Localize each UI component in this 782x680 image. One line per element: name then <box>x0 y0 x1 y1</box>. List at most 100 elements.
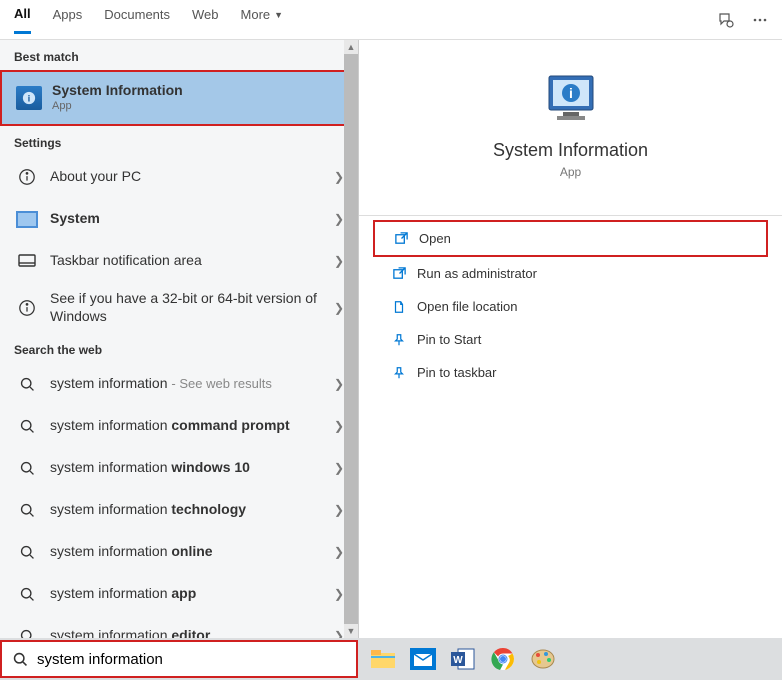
result-suffix: app <box>171 585 196 601</box>
search-icon <box>14 623 40 638</box>
monitor-icon <box>14 206 40 232</box>
results-panel: Best match i System Information App Sett… <box>0 40 358 638</box>
settings-about-pc[interactable]: About your PC ❯ <box>0 156 358 198</box>
search-tabs-bar: All Apps Documents Web More ▼ <box>0 0 782 40</box>
web-result-6[interactable]: system information editor ❯ <box>0 615 358 638</box>
result-suffix: command prompt <box>171 417 289 433</box>
section-search-web: Search the web <box>0 333 358 363</box>
result-label: system information <box>50 627 171 638</box>
result-suffix: online <box>171 543 212 559</box>
open-icon <box>389 231 413 246</box>
taskbar-file-explorer[interactable] <box>366 642 400 676</box>
settings-taskbar-notification[interactable]: Taskbar notification area ❯ <box>0 240 358 282</box>
best-match-subtitle: App <box>52 100 342 114</box>
taskbar-mail[interactable] <box>406 642 440 676</box>
action-label: Open file location <box>417 299 517 314</box>
result-label: system information <box>50 417 171 433</box>
info-icon <box>14 295 40 321</box>
shield-icon <box>387 266 411 281</box>
chevron-right-icon: ❯ <box>334 212 344 226</box>
tab-documents[interactable]: Documents <box>104 7 170 32</box>
feedback-icon[interactable] <box>718 12 734 28</box>
web-result-1[interactable]: system information command prompt ❯ <box>0 405 358 447</box>
action-label: Pin to taskbar <box>417 365 497 380</box>
divider <box>359 215 782 216</box>
folder-icon <box>387 300 411 314</box>
web-result-3[interactable]: system information technology ❯ <box>0 489 358 531</box>
search-icon <box>14 413 40 439</box>
taskbar-icon <box>14 248 40 274</box>
action-run-admin[interactable]: Run as administrator <box>373 257 768 290</box>
tab-web[interactable]: Web <box>192 7 219 32</box>
action-label: Pin to Start <box>417 332 481 347</box>
chevron-right-icon: ❯ <box>334 503 344 517</box>
result-label: system information <box>50 501 171 517</box>
svg-text:W: W <box>453 655 463 666</box>
chevron-right-icon: ❯ <box>334 461 344 475</box>
search-input[interactable] <box>37 651 346 668</box>
svg-text:i: i <box>28 94 31 105</box>
preview-app-icon: i <box>543 70 599 126</box>
result-label: system information <box>50 459 171 475</box>
action-open[interactable]: Open <box>373 220 768 257</box>
pin-icon <box>387 366 411 380</box>
tab-more-label: More <box>241 7 271 22</box>
pin-icon <box>387 333 411 347</box>
result-label: system information <box>50 543 171 559</box>
action-pin-start[interactable]: Pin to Start <box>373 323 768 356</box>
tab-all[interactable]: All <box>14 6 31 34</box>
settings-system[interactable]: System ❯ <box>0 198 358 240</box>
chevron-right-icon: ❯ <box>334 254 344 268</box>
svg-text:i: i <box>569 85 573 101</box>
action-label: Open <box>419 231 451 246</box>
tab-more[interactable]: More ▼ <box>241 7 284 32</box>
chevron-right-icon: ❯ <box>334 301 344 315</box>
chevron-right-icon: ❯ <box>334 587 344 601</box>
chevron-right-icon: ❯ <box>334 545 344 559</box>
search-icon <box>14 581 40 607</box>
chevron-right-icon: ❯ <box>334 377 344 391</box>
taskbar-chrome[interactable] <box>486 642 520 676</box>
result-label: System <box>50 210 334 228</box>
best-match-title: System Information <box>52 82 342 100</box>
search-icon <box>14 497 40 523</box>
result-suffix: windows 10 <box>171 459 250 475</box>
web-result-5[interactable]: system information app ❯ <box>0 573 358 615</box>
search-icon <box>12 651 29 668</box>
search-icon <box>14 539 40 565</box>
section-best-match: Best match <box>0 40 358 70</box>
tab-apps[interactable]: Apps <box>53 7 83 32</box>
result-label: About your PC <box>50 168 334 186</box>
preview-title: System Information <box>373 140 768 161</box>
result-suffix: technology <box>171 501 246 517</box>
web-result-4[interactable]: system information online ❯ <box>0 531 358 573</box>
settings-32-64-bit[interactable]: See if you have a 32-bit or 64-bit versi… <box>0 282 358 333</box>
search-icon <box>14 371 40 397</box>
taskbar-word[interactable]: W <box>446 642 480 676</box>
system-information-icon: i <box>16 86 42 110</box>
chevron-right-icon: ❯ <box>334 170 344 184</box>
taskbar-search[interactable] <box>0 640 358 678</box>
chevron-right-icon: ❯ <box>334 629 344 638</box>
result-label: Taskbar notification area <box>50 252 334 270</box>
action-pin-taskbar[interactable]: Pin to taskbar <box>373 356 768 389</box>
scrollbar[interactable]: ▲ ▼ <box>344 40 358 638</box>
result-label: See if you have a 32-bit or 64-bit versi… <box>50 290 334 325</box>
chevron-right-icon: ❯ <box>334 419 344 433</box>
section-settings: Settings <box>0 126 358 156</box>
info-icon <box>14 164 40 190</box>
preview-subtitle: App <box>373 165 768 179</box>
taskbar-paint[interactable] <box>526 642 560 676</box>
search-icon <box>14 455 40 481</box>
result-label: system information <box>50 375 167 391</box>
best-match-result[interactable]: i System Information App <box>0 70 358 126</box>
result-tail: See web results <box>179 376 272 391</box>
web-result-0[interactable]: system information - See web results ❯ <box>0 363 358 405</box>
more-options-icon[interactable] <box>752 12 768 28</box>
web-result-2[interactable]: system information windows 10 ❯ <box>0 447 358 489</box>
preview-panel: i System Information App Open Run as adm… <box>358 40 782 638</box>
action-label: Run as administrator <box>417 266 537 281</box>
chevron-down-icon: ▼ <box>274 10 283 20</box>
result-suffix: editor <box>171 627 210 638</box>
action-open-location[interactable]: Open file location <box>373 290 768 323</box>
